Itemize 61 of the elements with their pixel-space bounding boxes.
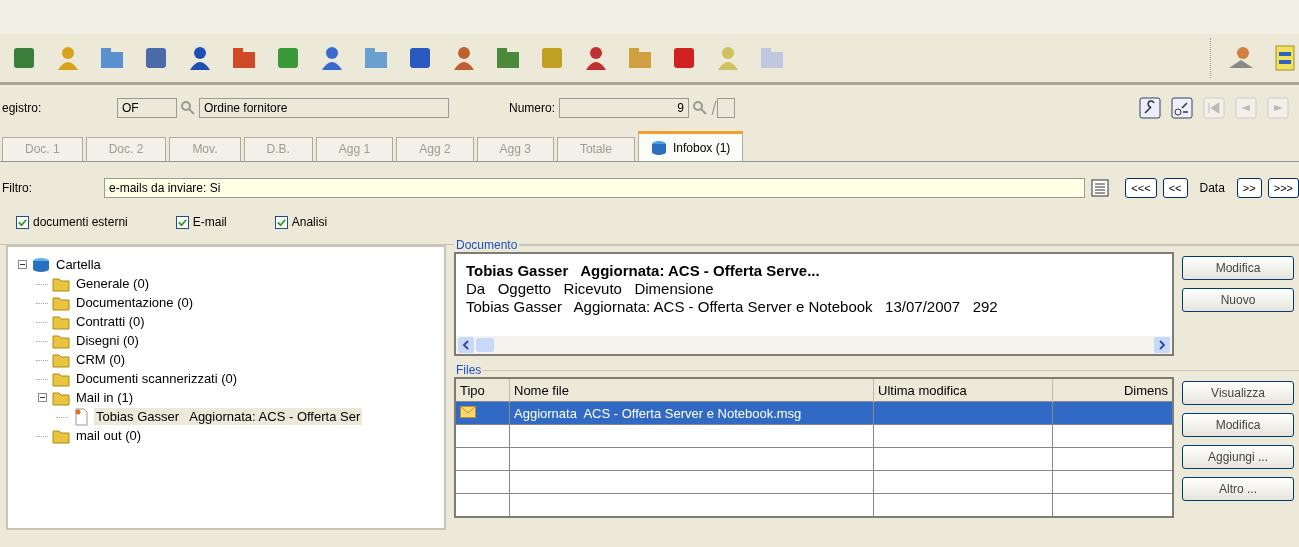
checkbox-label: Analisi xyxy=(291,215,328,229)
scroll-left-icon[interactable] xyxy=(458,337,474,353)
action-button[interactable]: Modifica xyxy=(1182,413,1294,437)
checkbox[interactable] xyxy=(175,215,189,229)
wrench-icon[interactable] xyxy=(1139,97,1161,119)
date-label: Data xyxy=(1199,181,1225,195)
group-title: Documento xyxy=(454,238,520,252)
column-header[interactable]: Tipo xyxy=(455,378,510,402)
tree-item[interactable]: Generale (0) xyxy=(74,275,151,292)
filter-label: Filtro: xyxy=(1,181,33,195)
suffix-field[interactable] xyxy=(717,98,735,118)
tree-item[interactable]: Mail in (1) xyxy=(74,389,136,406)
registro-name-field[interactable]: Ordine fornitore xyxy=(199,98,449,118)
checkbox[interactable] xyxy=(16,215,29,229)
checkbox[interactable] xyxy=(274,215,288,229)
search-icon[interactable] xyxy=(692,100,708,116)
expander-icon[interactable] xyxy=(36,393,48,402)
document-columns: Da Oggetto Ricevuto Dimensione xyxy=(466,280,1162,298)
action-button[interactable]: Aggiungi ... xyxy=(1182,445,1294,469)
tree-item[interactable]: Documentazione (0) xyxy=(74,294,196,311)
column-header[interactable]: Nome file xyxy=(509,378,874,402)
database-icon xyxy=(650,139,667,156)
action-button[interactable]: Modifica xyxy=(1182,256,1294,280)
tree-item[interactable]: Cartella xyxy=(54,256,103,273)
scroll-thumb[interactable] xyxy=(476,338,494,352)
filter-field[interactable]: e-mails da inviare: Si xyxy=(104,178,1086,198)
document-icon xyxy=(72,407,90,426)
numero-label: Numero: xyxy=(509,101,555,115)
group-title: Files xyxy=(454,363,484,377)
tree-item[interactable]: mail out (0) xyxy=(74,427,144,444)
database-icon xyxy=(32,255,50,274)
tree-item[interactable]: Disegni (0) xyxy=(74,332,141,349)
registro-label: egistro: xyxy=(1,101,43,115)
document-heading: Tobias Gasser Aggiornata: ACS - Offerta Serve... xyxy=(466,262,821,280)
action-button[interactable]: Altro ... xyxy=(1182,477,1294,501)
nav-button[interactable]: >>> xyxy=(1267,178,1299,198)
search-icon[interactable] xyxy=(180,100,196,116)
tree-item[interactable]: Tobias Gasser Aggiornata: ACS - Offerta Ser xyxy=(94,408,363,425)
scrollbar[interactable] xyxy=(456,336,1172,354)
checkbox-label: E-mail xyxy=(192,215,227,229)
tree-item[interactable]: Documenti scannerizzati (0) xyxy=(74,370,240,387)
list-icon[interactable] xyxy=(1091,179,1110,197)
slash-icon xyxy=(711,100,717,116)
table-cell: Aggiornata ACS - Offerta Server e Notebook.msg xyxy=(509,401,874,425)
tree-item[interactable]: Contratti (0) xyxy=(74,313,147,330)
tree-item[interactable]: CRM (0) xyxy=(74,351,128,368)
numero-field[interactable]: 9 xyxy=(559,98,689,118)
expander-icon[interactable] xyxy=(16,260,28,269)
column-header[interactable]: Dimens xyxy=(1052,378,1173,402)
table-row[interactable]: Aggiornata ACS - Offerta Server e Notebook.msg xyxy=(455,401,1173,425)
checkbox-label: documenti esterni xyxy=(33,215,128,229)
nav-button[interactable]: <<< xyxy=(1125,178,1157,198)
action-button[interactable]: Visualizza xyxy=(1182,381,1294,405)
scroll-right-icon[interactable] xyxy=(1154,337,1170,353)
registro-code-field[interactable]: OF xyxy=(117,98,177,118)
action-button[interactable]: Nuovo xyxy=(1182,288,1294,312)
nav-button[interactable]: >> xyxy=(1236,178,1262,198)
document-line: Tobias Gasser Aggiornata: ACS - Offerta Server e Notebook 13/07/2007 292 xyxy=(466,298,999,316)
nav-button[interactable]: << xyxy=(1162,178,1188,198)
column-header[interactable]: Ultima modifica xyxy=(873,378,1053,402)
tab[interactable]: Infobox (1) xyxy=(637,131,744,161)
